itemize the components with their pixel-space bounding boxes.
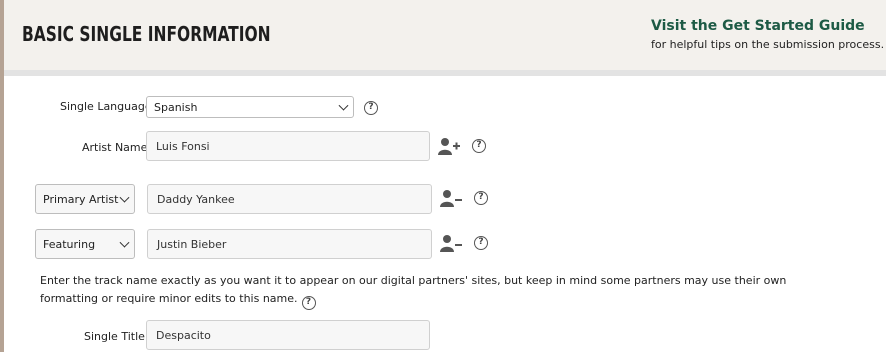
additional-artist-input-1[interactable]: Daddy Yankee [147, 184, 432, 214]
question-circle-icon[interactable]: ? [474, 191, 488, 205]
question-circle-icon[interactable]: ? [364, 101, 378, 115]
section-header: BASIC SINGLE INFORMATION Visit the Get S… [4, 0, 886, 70]
user-plus-icon[interactable] [438, 137, 460, 155]
question-circle-icon[interactable]: ? [474, 236, 488, 250]
chevron-down-icon [338, 100, 349, 111]
track-name-note: Enter the track name exactly as you want… [40, 272, 840, 310]
artist-role-value: Featuring [43, 238, 96, 251]
artist-role-select-2[interactable]: Featuring [35, 229, 135, 259]
single-title-label: Single Title [84, 330, 145, 343]
chevron-down-icon [119, 237, 130, 248]
artist-role-select-1[interactable]: Primary Artist [35, 184, 135, 214]
header-divider [4, 70, 886, 76]
chevron-down-icon [119, 192, 130, 203]
single-title-input[interactable]: Despacito [146, 320, 430, 350]
track-name-note-text: Enter the track name exactly as you want… [40, 274, 787, 305]
single-language-select[interactable]: Spanish [146, 96, 354, 118]
user-minus-icon[interactable] [440, 189, 462, 207]
section-title: BASIC SINGLE INFORMATION [22, 22, 271, 46]
artist-name-input[interactable]: Luis Fonsi [146, 131, 430, 161]
question-circle-icon[interactable]: ? [301, 296, 316, 310]
get-started-guide-link[interactable]: Visit the Get Started Guide [651, 18, 865, 34]
user-minus-icon[interactable] [440, 234, 462, 252]
artist-role-value: Primary Artist [43, 193, 119, 206]
single-language-label: Single Language [60, 100, 152, 113]
additional-artist-input-2[interactable]: Justin Bieber [147, 229, 432, 259]
guide-subtitle: for helpful tips on the submission proce… [651, 38, 885, 51]
question-circle-icon[interactable]: ? [472, 139, 486, 153]
single-language-value: Spanish [154, 101, 198, 114]
artist-name-label: Artist Name [82, 141, 148, 154]
